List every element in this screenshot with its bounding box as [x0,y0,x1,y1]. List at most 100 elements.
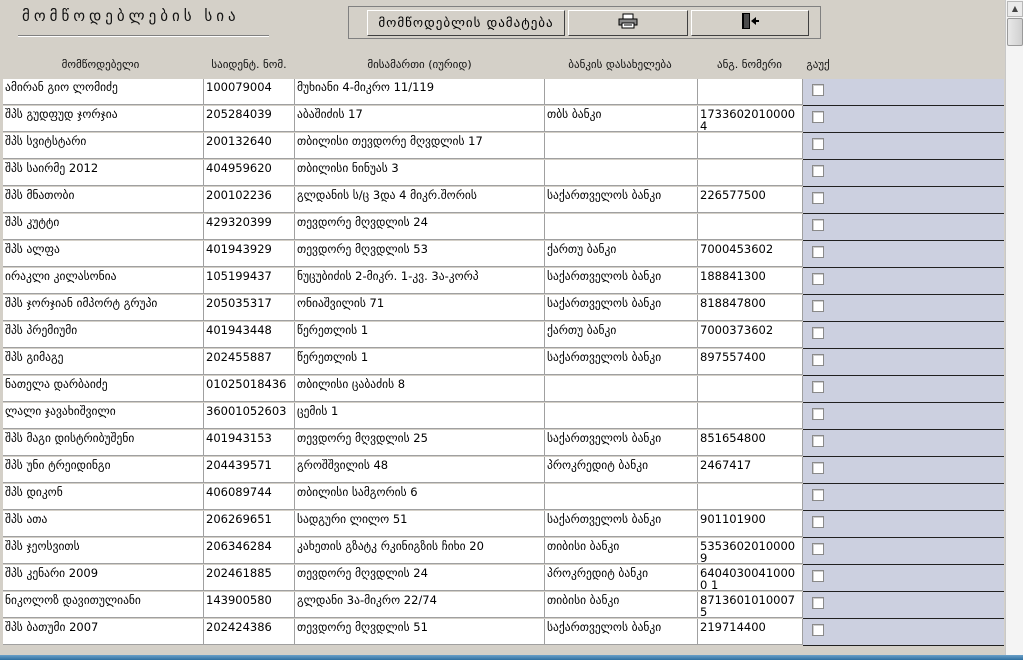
account-number-cell[interactable]: 64040300410000 1 [698,565,803,591]
supplier-name-cell[interactable]: შპს კუტტი [3,214,204,240]
address-cell[interactable]: სადგური ლილო 51 [295,511,545,537]
table-row[interactable]: შპს ბათუმი 2007 202424386 თევდორე მღვდლის … [3,619,1004,646]
supplier-name-cell[interactable]: შპს მაგი დისტრიბუშენი [3,430,204,456]
address-cell[interactable]: გლდანის ს/ც 3და 4 მიკრ.შორის [295,187,545,213]
address-cell[interactable]: მუხიანი 4-მიკრო 11/119 [295,79,545,105]
account-number-cell[interactable]: 901101900 [698,511,803,537]
bank-name-cell[interactable]: პროკრედიტ ბანკი [545,457,698,483]
id-number-cell[interactable]: 204439571 [204,457,295,483]
supplier-name-cell[interactable]: შპს დიკონ [3,484,204,510]
table-row[interactable]: შპს ჯორჯიან იმპორტ გრუპი 205035317 ონიაშვი… [3,295,1004,322]
table-row[interactable]: შპს პრემიუმი 401943448 წერეთლის 1 ქართუ ბან… [3,322,1004,349]
cancel-checkbox[interactable] [812,273,824,285]
address-cell[interactable]: ნუცუბიძის 2-მიკრ. 1-კვ. 3ა-კორპ [295,268,545,294]
cancel-checkbox[interactable] [812,300,824,312]
address-cell[interactable]: გლდანი 3ა-მიკრო 22/74 [295,592,545,618]
cancel-checkbox[interactable] [812,435,824,447]
account-number-cell[interactable]: 188841300 [698,268,803,294]
id-number-cell[interactable]: 200132640 [204,133,295,159]
supplier-name-cell[interactable]: შპს გიმაგე [3,349,204,375]
bank-name-cell[interactable] [545,484,698,510]
supplier-name-cell[interactable]: ამირან გიო ლომიძე [3,79,204,105]
table-row[interactable]: შპს ალფა 401943929 თევდორე მღვდლის 53 ქართუ… [3,241,1004,268]
bank-name-cell[interactable]: თიბისი ბანკი [545,592,698,618]
address-cell[interactable]: თევდორე მღვდლის 25 [295,430,545,456]
cancel-checkbox[interactable] [812,570,824,582]
address-cell[interactable]: თევდორე მღვდლის 51 [295,619,545,645]
supplier-name-cell[interactable]: ლალი ჯავახიშვილი [3,403,204,429]
table-row[interactable]: შპს დიკონ 406089744 თბილისი სამგორის 6 [3,484,1004,511]
account-number-cell[interactable]: 226577500 [698,187,803,213]
add-supplier-button[interactable]: მომწოდებლის დამატება [367,10,565,36]
id-number-cell[interactable]: 406089744 [204,484,295,510]
id-number-cell[interactable]: 206346284 [204,538,295,564]
table-row[interactable]: შპს ათა 206269651 სადგური ლილო 51 საქართველ… [3,511,1004,538]
cancel-checkbox[interactable] [812,111,824,123]
bank-name-cell[interactable]: თიბისი ბანკი [545,538,698,564]
address-cell[interactable]: თბილისი ნინუას 3 [295,160,545,186]
id-number-cell[interactable]: 202455887 [204,349,295,375]
account-number-cell[interactable] [698,484,803,510]
address-cell[interactable]: აბაშიძის 17 [295,106,545,132]
id-number-cell[interactable]: 404959620 [204,160,295,186]
id-number-cell[interactable]: 202461885 [204,565,295,591]
account-number-cell[interactable]: 53536020100009 [698,538,803,564]
bank-name-cell[interactable]: თბს ბანკი [545,106,698,132]
table-row[interactable]: ნიკოლოზ დავითულიანი 143900580 გლდანი 3ა-მი… [3,592,1004,619]
address-cell[interactable]: თევდორე მღვდლის 53 [295,241,545,267]
supplier-name-cell[interactable]: შპს სვიტსტარი [3,133,204,159]
bank-name-cell[interactable]: ქართუ ბანკი [545,241,698,267]
bank-name-cell[interactable] [545,403,698,429]
account-number-cell[interactable] [698,79,803,105]
bank-name-cell[interactable]: საქართველოს ბანკი [545,295,698,321]
vertical-scrollbar[interactable]: ▲ [1005,0,1023,660]
table-row[interactable]: ამირან გიო ლომიძე 100079004 მუხიანი 4-მიკრ… [3,79,1004,106]
account-number-cell[interactable]: 7000373602 [698,322,803,348]
column-header-address[interactable]: მისამართი (იურიდ) [297,58,542,71]
account-number-cell[interactable]: 7000453602 [698,241,803,267]
cancel-checkbox[interactable] [812,516,824,528]
cancel-checkbox[interactable] [812,246,824,258]
address-cell[interactable]: თევდორე მღვდლის 24 [295,214,545,240]
bank-name-cell[interactable]: საქართველოს ბანკი [545,430,698,456]
cancel-checkbox[interactable] [812,354,824,366]
table-row[interactable]: ირაკლი კილასონია 105199437 ნუცუბიძის 2-მიკ… [3,268,1004,295]
id-number-cell[interactable]: 401943929 [204,241,295,267]
table-row[interactable]: შპს ჯეოსვითს 206346284 კახეთის გზატკ რკინი… [3,538,1004,565]
id-number-cell[interactable]: 143900580 [204,592,295,618]
address-cell[interactable]: ცემის 1 [295,403,545,429]
column-header-supplier[interactable]: მომწოდებელი [3,58,198,71]
account-number-cell[interactable] [698,133,803,159]
table-row[interactable]: შპს მაგი დისტრიბუშენი 401943153 თევდორე მღ… [3,430,1004,457]
account-number-cell[interactable] [698,403,803,429]
address-cell[interactable]: წერეთლის 1 [295,349,545,375]
supplier-name-cell[interactable]: შპს ჯეოსვითს [3,538,204,564]
account-number-cell[interactable]: 17336020100004 [698,106,803,132]
account-number-cell[interactable] [698,160,803,186]
bank-name-cell[interactable] [545,79,698,105]
address-cell[interactable]: ონიაშვილის 71 [295,295,545,321]
table-row[interactable]: ლალი ჯავახიშვილი 36001052603 ცემის 1 [3,403,1004,430]
print-button[interactable] [568,10,688,36]
column-header-id-number[interactable]: საიდენტ. ნომ. [204,58,294,71]
table-row[interactable]: შპს უნი ტრეიდინგი 204439571 გროშშვილის 48 პ… [3,457,1004,484]
cancel-checkbox[interactable] [812,543,824,555]
column-header-bank-name[interactable]: ბანკის დასახელება [545,58,695,71]
account-number-cell[interactable]: 2467417 [698,457,803,483]
cancel-checkbox[interactable] [812,489,824,501]
table-row[interactable]: შპს კუტტი 429320399 თევდორე მღვდლის 24 [3,214,1004,241]
cancel-checkbox[interactable] [812,219,824,231]
supplier-name-cell[interactable]: შპს ათა [3,511,204,537]
id-number-cell[interactable]: 401943153 [204,430,295,456]
cancel-checkbox[interactable] [812,624,824,636]
table-row[interactable]: ნათელა დარბაიძე 01025018436 თბილისი ცაბაძი… [3,376,1004,403]
account-number-cell[interactable]: 818847800 [698,295,803,321]
bank-name-cell[interactable]: საქართველოს ბანკი [545,187,698,213]
id-number-cell[interactable]: 429320399 [204,214,295,240]
id-number-cell[interactable]: 205035317 [204,295,295,321]
address-cell[interactable]: თბილისი სამგორის 6 [295,484,545,510]
cancel-checkbox[interactable] [812,408,824,420]
table-row[interactable]: შპს სვიტსტარი 200132640 თბილისი თევდორე მღ… [3,133,1004,160]
supplier-name-cell[interactable]: შპს გუდფუდ ჯორჯია [3,106,204,132]
address-cell[interactable]: თბილისი ცაბაძის 8 [295,376,545,402]
